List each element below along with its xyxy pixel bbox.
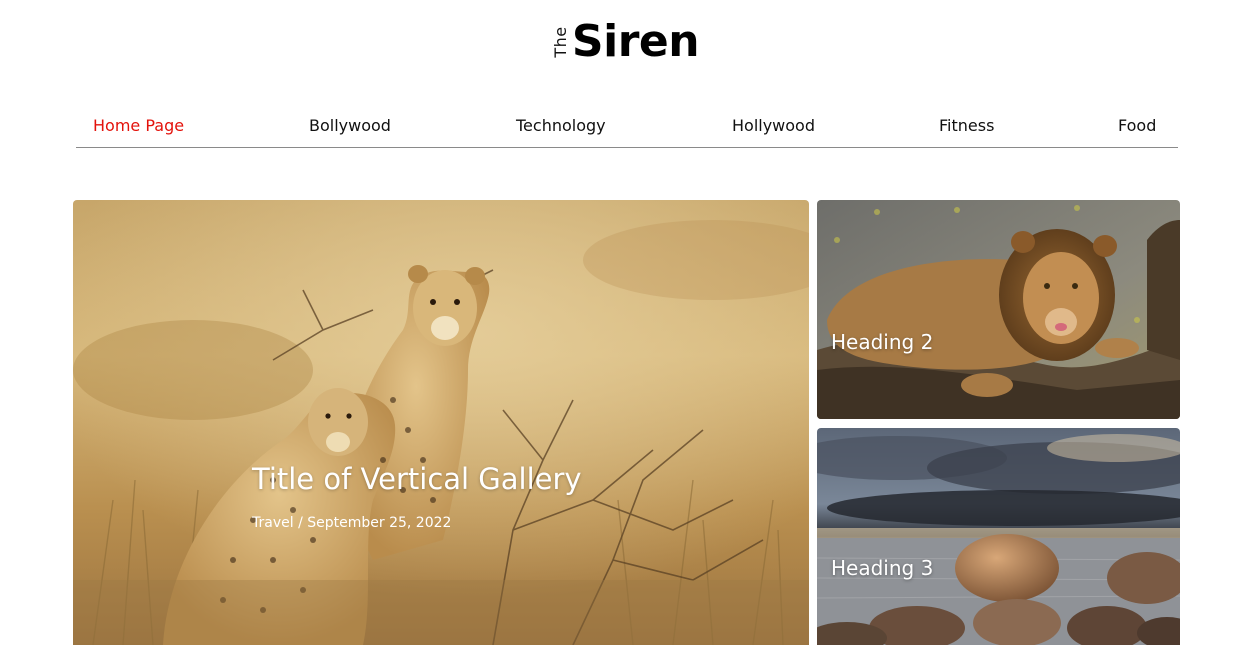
featured-image bbox=[73, 200, 809, 645]
card-heading-3[interactable]: Heading 3 bbox=[831, 556, 933, 580]
featured-title[interactable]: Title of Vertical Gallery bbox=[252, 462, 582, 496]
nav-item-food[interactable]: Food bbox=[1118, 116, 1156, 135]
nav-item-technology[interactable]: Technology bbox=[516, 116, 606, 135]
logo-name: Siren bbox=[571, 16, 700, 67]
nav-item-home-page[interactable]: Home Page bbox=[93, 116, 184, 135]
nav-item-fitness[interactable]: Fitness bbox=[939, 116, 994, 135]
lion-image bbox=[817, 200, 1180, 419]
main-navigation: Home Page Bollywood Technology Hollywood… bbox=[76, 108, 1178, 148]
card-heading-2[interactable]: Heading 2 bbox=[831, 330, 933, 354]
featured-meta: Travel / September 25, 2022 bbox=[252, 515, 452, 531]
site-logo[interactable]: The Siren bbox=[0, 16, 1251, 64]
post-card-3[interactable]: Heading 3 bbox=[817, 428, 1180, 645]
logo-prefix: The bbox=[550, 26, 570, 58]
shore-image bbox=[817, 428, 1180, 645]
featured-post[interactable]: Title of Vertical Gallery Travel / Septe… bbox=[73, 200, 809, 645]
post-card-2[interactable]: Heading 2 bbox=[817, 200, 1180, 419]
nav-item-hollywood[interactable]: Hollywood bbox=[732, 116, 815, 135]
nav-item-bollywood[interactable]: Bollywood bbox=[309, 116, 391, 135]
